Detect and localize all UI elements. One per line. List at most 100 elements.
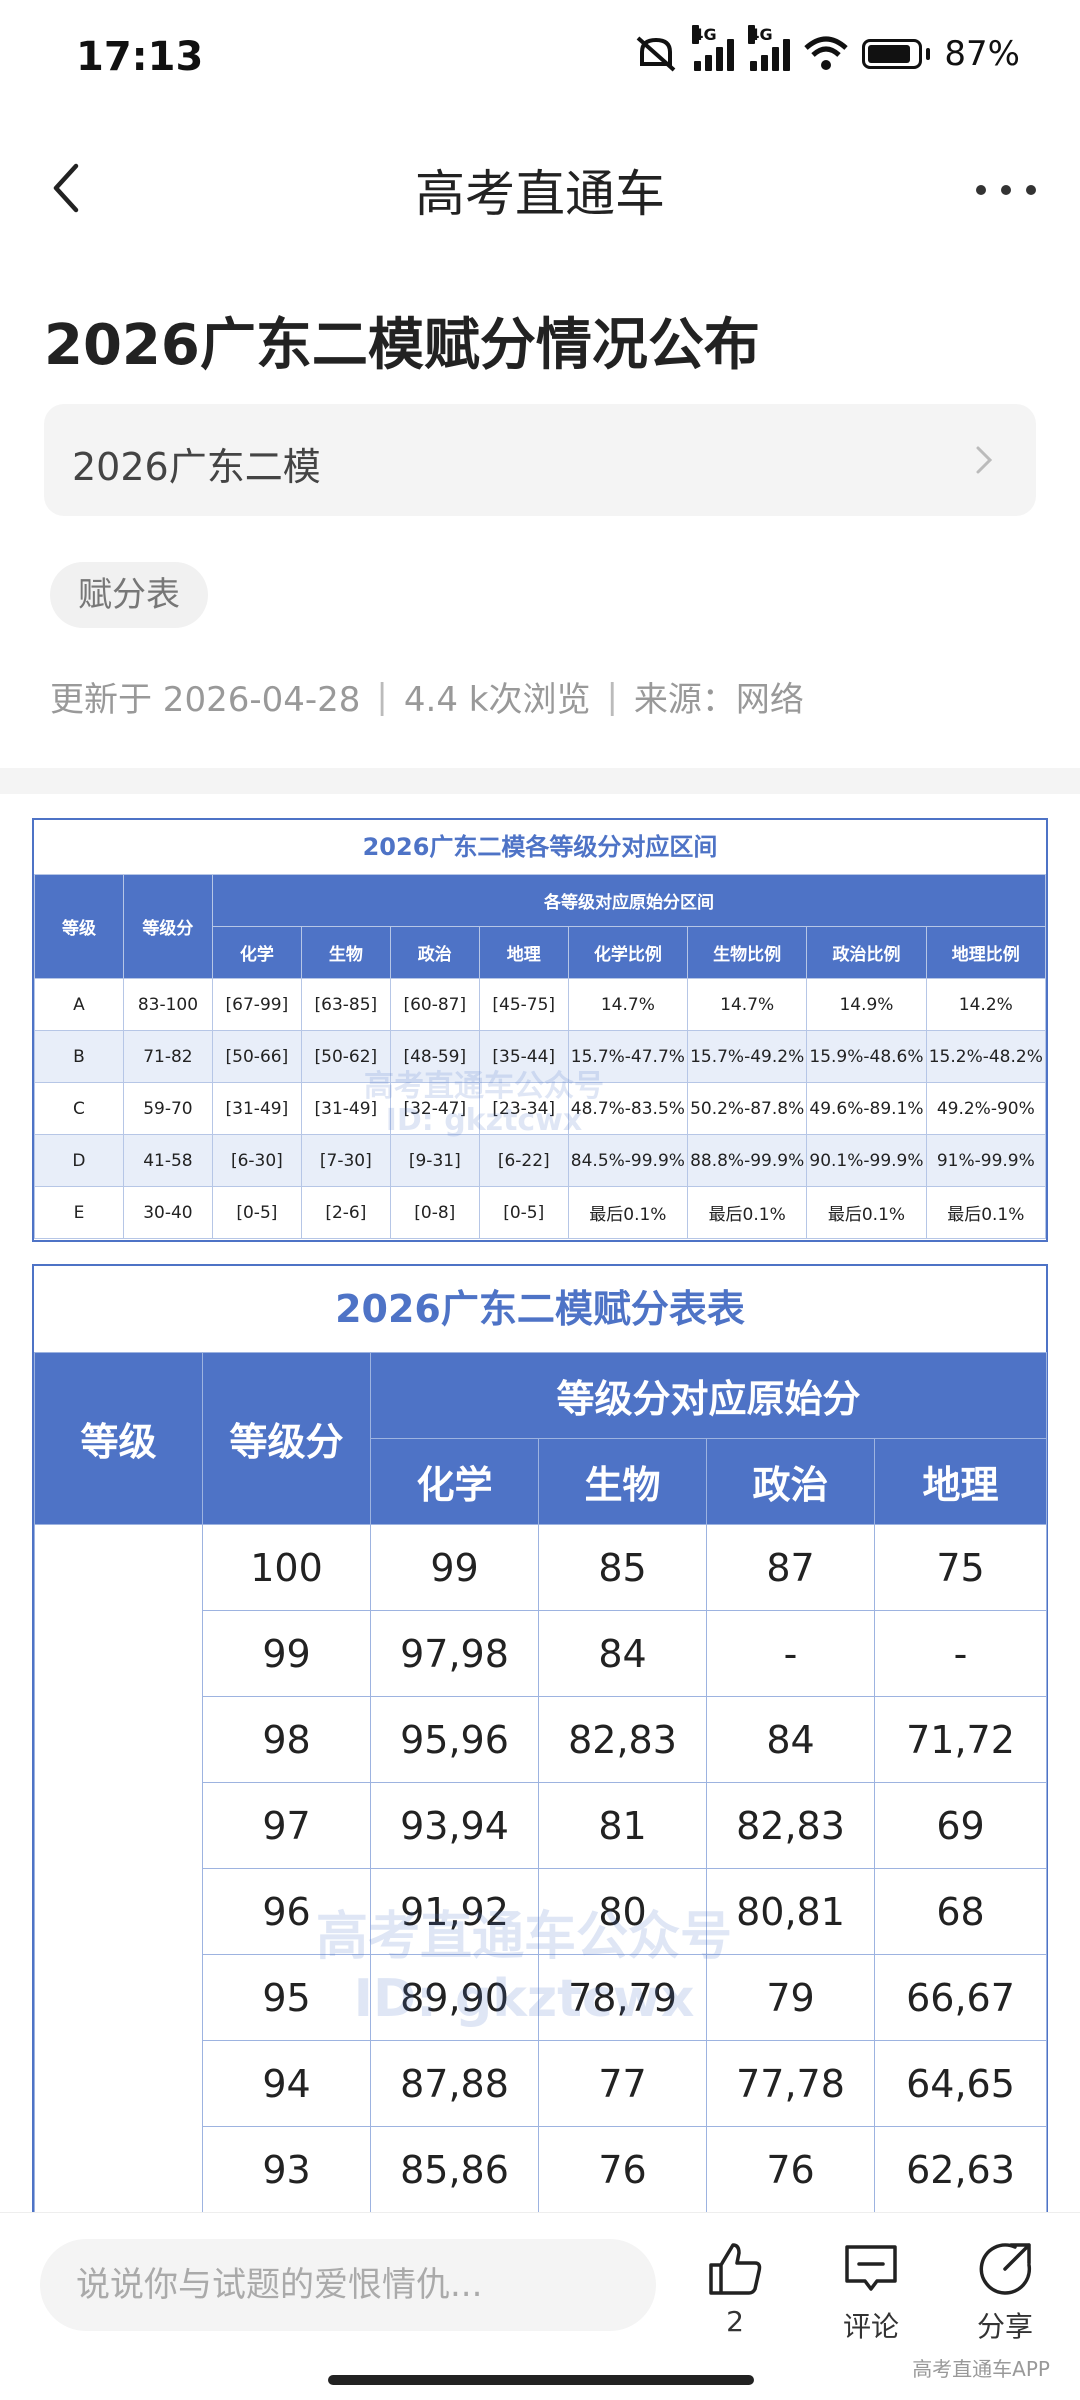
table-cell: 78,79 bbox=[538, 1954, 707, 2041]
table-row: B 71-82 [50-66] [50-62] [48-59] [35-44] 15.7%-… bbox=[34, 1030, 1047, 1083]
table-cell: 最后0.1% bbox=[567, 1186, 689, 1239]
table2-title: 2026广东二模赋分表表 bbox=[335, 1287, 745, 1331]
like-button[interactable]: 2 bbox=[690, 2241, 780, 2338]
table-cell: [67-99] bbox=[211, 978, 302, 1031]
signal-2-icon: 4G bbox=[748, 25, 791, 71]
table1-subheader: 生物比例 bbox=[687, 926, 808, 979]
table-cell: 49.6%-89.1% bbox=[806, 1082, 927, 1135]
collection-label: 2026广东二模 bbox=[72, 445, 321, 489]
battery-percent: 87% bbox=[944, 34, 1020, 74]
table-cell: 15.7%-49.2% bbox=[687, 1030, 808, 1083]
like-count: 2 bbox=[726, 2305, 744, 2338]
table-cell: [9-31] bbox=[389, 1134, 480, 1187]
table-cell: 82,83 bbox=[706, 1782, 875, 1869]
table-cell: 96 bbox=[202, 1868, 371, 1955]
table-cell: 83-100 bbox=[122, 978, 213, 1031]
table-cell: 15.9%-48.6% bbox=[806, 1030, 927, 1083]
table-cell: 48.7%-83.5% bbox=[567, 1082, 689, 1135]
table-cell: 100 bbox=[202, 1524, 371, 1611]
grade-range-table: 等级 等级分 各等级对应原始分区间 化学 生物 政治 地理 化学比例 生物比例 政治比例 地理… bbox=[34, 874, 1047, 1239]
app-brand: 高考直通车APP bbox=[912, 2357, 1050, 2381]
chevron-right-icon bbox=[976, 446, 993, 474]
table1-header-score: 等级分 bbox=[122, 874, 213, 979]
table-cell: 97,98 bbox=[370, 1610, 539, 1697]
table-cell: 14.9% bbox=[806, 978, 927, 1031]
bottom-bar: 说说你与试题的爱恨情仇... 2 评论 分享 高考直通车APP bbox=[0, 2212, 1080, 2400]
table-cell: 99 bbox=[202, 1610, 371, 1697]
table-cell: 最后0.1% bbox=[925, 1186, 1047, 1239]
signal-1-icon: 4G bbox=[692, 25, 735, 71]
table1-title: 2026广东二模各等级分对应区间 bbox=[362, 833, 718, 861]
table1-subheader: 地理 bbox=[478, 926, 569, 979]
table-cell: 84.5%-99.9% bbox=[567, 1134, 689, 1187]
table-cell: 59-70 bbox=[122, 1082, 213, 1135]
table2-header-grade: 等级 bbox=[34, 1352, 203, 1525]
table-cell: 79 bbox=[706, 1954, 875, 2041]
table-cell: [31-49] bbox=[211, 1082, 302, 1135]
table-row: 100 99 85 87 75 bbox=[34, 1524, 1048, 2213]
table-cell: 64,65 bbox=[873, 2040, 1048, 2127]
table-cell: 77 bbox=[538, 2040, 707, 2127]
comment-button[interactable]: 评论 bbox=[826, 2241, 916, 2345]
table-cell: B bbox=[34, 1030, 124, 1083]
table1-subheader: 生物 bbox=[300, 926, 391, 979]
grade-range-table-image: 2026广东二模各等级分对应区间 等级 等级分 各等级对应原始分区间 化学 生物政… bbox=[32, 818, 1048, 1242]
table1-subheader: 化学 bbox=[211, 926, 302, 979]
score-conversion-table-image: 2026广东二模赋分表表 等级 等级分 等级分对应原始分 化学 生物 政治 地理 10… bbox=[32, 1264, 1048, 2264]
table-cell: 85,86 bbox=[370, 2126, 539, 2213]
table-cell: E bbox=[34, 1186, 124, 1239]
battery-icon bbox=[862, 39, 931, 69]
table-cell: 85 bbox=[538, 1524, 707, 1611]
table-cell: 最后0.1% bbox=[806, 1186, 927, 1239]
table-cell: 80,81 bbox=[706, 1868, 875, 1955]
table-cell: [48-59] bbox=[389, 1030, 480, 1083]
table-cell: 49.2%-90% bbox=[925, 1082, 1047, 1135]
table1-subheader: 化学比例 bbox=[567, 926, 689, 979]
table-cell: 87 bbox=[706, 1524, 875, 1611]
table1-subheader: 政治 bbox=[389, 926, 480, 979]
home-indicator[interactable] bbox=[328, 2375, 754, 2385]
table1-subheader: 政治比例 bbox=[806, 926, 927, 979]
table-cell: 82,83 bbox=[538, 1696, 707, 1783]
table-cell: [23-34] bbox=[478, 1082, 569, 1135]
table-cell: [0-5] bbox=[211, 1186, 302, 1239]
comment-input[interactable]: 说说你与试题的爱恨情仇... bbox=[40, 2239, 656, 2331]
table-cell: 99 bbox=[370, 1524, 539, 1611]
table-cell: 30-40 bbox=[122, 1186, 213, 1239]
table-cell: 93,94 bbox=[370, 1782, 539, 1869]
table-cell: 76 bbox=[706, 2126, 875, 2213]
status-icons: 4G 4G 87% bbox=[634, 25, 1020, 74]
table-cell: 84 bbox=[538, 1610, 707, 1697]
table-cell: [50-62] bbox=[300, 1030, 391, 1083]
table2-subheader: 生物 bbox=[538, 1438, 707, 1525]
table-cell: [35-44] bbox=[478, 1030, 569, 1083]
table-cell: 76 bbox=[538, 2126, 707, 2213]
table-cell: 41-58 bbox=[122, 1134, 213, 1187]
table-cell: 88.8%-99.9% bbox=[687, 1134, 808, 1187]
status-bar: 17:13 4G 4G 87% bbox=[0, 0, 1080, 120]
table-cell: [45-75] bbox=[478, 978, 569, 1031]
table-cell: 71,72 bbox=[873, 1696, 1048, 1783]
table-cell: 69 bbox=[873, 1782, 1048, 1869]
table-cell: - bbox=[873, 1610, 1048, 1697]
table-cell: 84 bbox=[706, 1696, 875, 1783]
view-count: 4.4 k次浏览 bbox=[403, 680, 591, 720]
table-cell: 81 bbox=[538, 1782, 707, 1869]
table1-subheader: 地理比例 bbox=[925, 926, 1047, 979]
table-cell: 94 bbox=[202, 2040, 371, 2127]
table1-header-group: 各等级对应原始分区间 bbox=[211, 874, 1047, 927]
table-cell: 14.2% bbox=[925, 978, 1047, 1031]
status-time: 17:13 bbox=[76, 34, 204, 80]
tag-chip[interactable]: 赋分表 bbox=[50, 562, 208, 628]
table2-subheader: 政治 bbox=[706, 1438, 875, 1525]
table-cell: 91,92 bbox=[370, 1868, 539, 1955]
comment-label: 评论 bbox=[842, 2310, 899, 2343]
more-icon[interactable] bbox=[976, 160, 1036, 220]
share-button[interactable]: 分享 bbox=[960, 2241, 1050, 2345]
table-cell: 95,96 bbox=[370, 1696, 539, 1783]
table-cell: 14.7% bbox=[567, 978, 689, 1031]
table-cell: [6-22] bbox=[478, 1134, 569, 1187]
collection-link[interactable]: 2026广东二模 bbox=[44, 404, 1036, 516]
table-cell: 71-82 bbox=[122, 1030, 213, 1083]
table-cell: 98 bbox=[202, 1696, 371, 1783]
